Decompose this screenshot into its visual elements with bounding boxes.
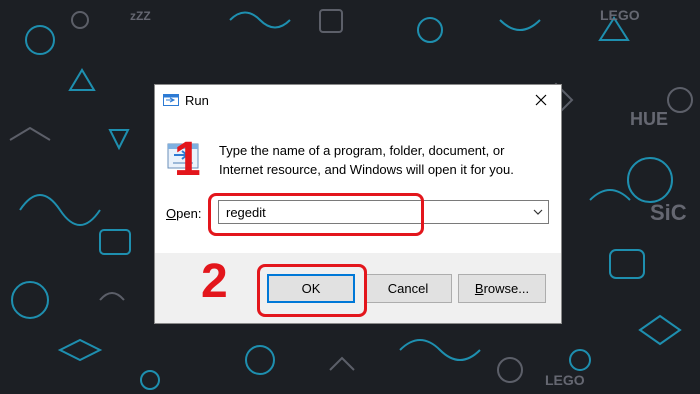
close-icon: [535, 94, 547, 106]
description-line-2: Internet resource, and Windows will open…: [219, 162, 514, 177]
svg-text:SiC: SiC: [650, 200, 687, 225]
run-description: Type the name of a program, folder, docu…: [219, 141, 549, 179]
open-label-accelerator: O: [166, 206, 177, 221]
open-label-text: pen:: [176, 206, 202, 221]
run-app-icon: [163, 94, 179, 106]
description-line-1: Type the name of a program, folder, docu…: [219, 143, 505, 158]
browse-label: rowse...: [483, 281, 530, 296]
cancel-button[interactable]: Cancel: [364, 274, 452, 303]
highlight-ok-button: [257, 264, 367, 317]
open-label: Open:: [166, 206, 201, 221]
close-button[interactable]: [521, 85, 561, 115]
svg-text:LEGO: LEGO: [545, 372, 585, 388]
highlight-open-input: [208, 193, 424, 236]
step-2-number: 2: [201, 255, 228, 308]
browse-button[interactable]: Browse...: [458, 274, 546, 303]
window-title: Run: [185, 93, 209, 108]
chevron-down-icon[interactable]: [532, 206, 544, 218]
svg-text:zZZ: zZZ: [130, 9, 151, 23]
cancel-label: Cancel: [387, 281, 429, 296]
step-1-number: 1: [174, 133, 201, 186]
browse-accelerator: B: [474, 281, 484, 296]
title-bar[interactable]: Run: [155, 85, 561, 115]
svg-text:LEGO: LEGO: [600, 7, 640, 23]
svg-text:HUE: HUE: [630, 109, 668, 129]
